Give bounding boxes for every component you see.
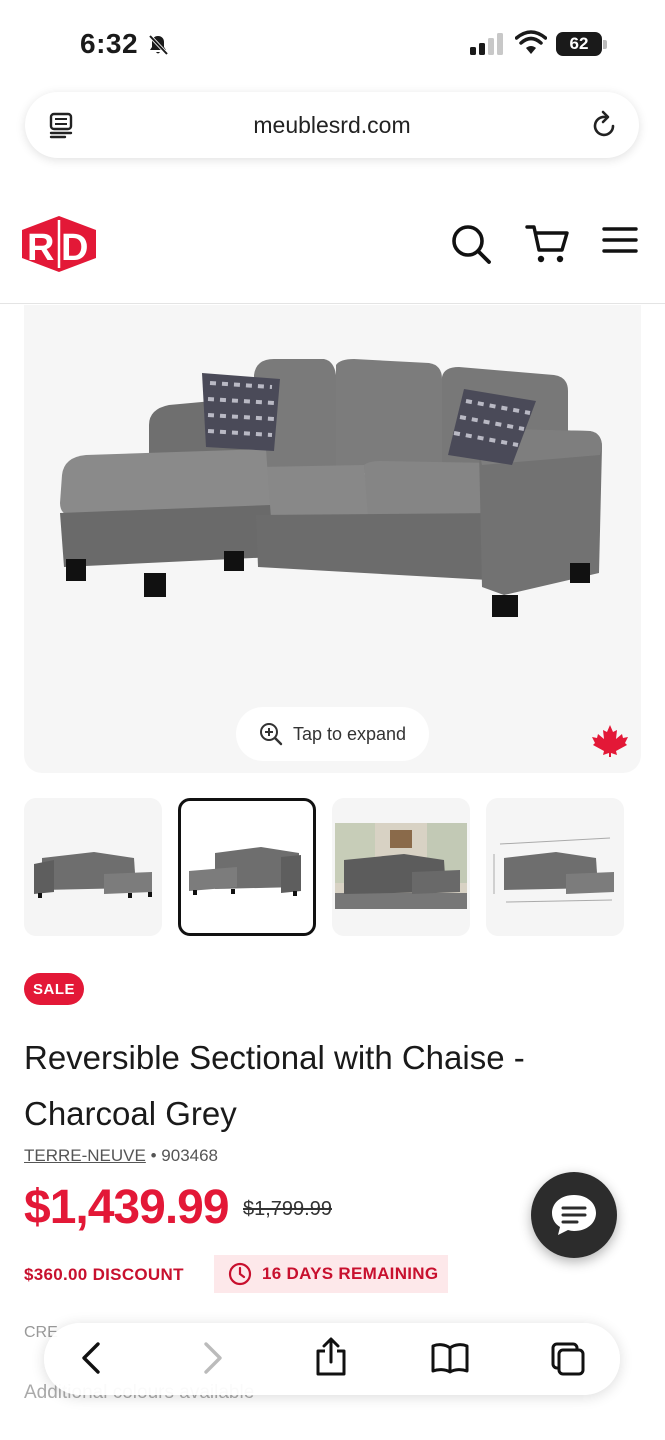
original-price: $1,799.99 [243,1198,332,1220]
forward-icon[interactable] [202,1341,224,1375]
tap-to-expand-label: Tap to expand [292,723,407,744]
sofa-illustration [60,359,602,617]
thumbnail-sofa-image [34,852,152,898]
zoom-in-icon [259,723,283,746]
svg-text:D: D [61,227,88,269]
bell-slash-icon [148,34,169,56]
product-main-image[interactable]: Tap to expand [24,305,641,773]
battery-indicator: 62 [556,32,602,56]
cart-icon[interactable] [525,223,569,265]
address-bar[interactable]: meublesrd.com [25,92,639,158]
rd-logo[interactable]: R D [22,216,96,272]
search-icon[interactable] [450,223,492,265]
battery-cap [603,40,607,49]
thumbnail-dimensions-image [493,837,614,903]
thumbnail-strip [24,798,641,938]
discount-amount: $360.00 DISCOUNT [24,1265,184,1284]
tap-to-expand-button[interactable]: Tap to expand [236,707,429,761]
clock-icon [228,1262,252,1286]
product-title: Reversible Sectional with Chaise - Charc… [24,1039,525,1132]
status-bar: 6:32 62 [0,0,665,90]
thumbnail-2-selected[interactable] [178,798,316,936]
status-time: 6:32 [80,28,139,59]
chat-icon [552,1195,596,1235]
thumbnail-room-image [335,823,467,909]
bookmarks-icon[interactable] [430,1341,470,1375]
sale-badge: SALE [24,973,84,1005]
site-header: R D [0,196,665,304]
tabs-icon[interactable] [550,1341,586,1377]
signal-icon [470,33,503,55]
back-icon[interactable] [80,1341,102,1375]
thumbnail-1[interactable] [24,798,162,936]
thumbnail-4[interactable] [486,798,624,936]
url-text[interactable]: meublesrd.com [25,112,639,139]
share-icon[interactable] [314,1337,348,1377]
svg-text:R: R [27,227,54,269]
separator: • [150,1146,157,1165]
sale-price: $1,439.99 [24,1181,230,1234]
menu-icon[interactable] [602,226,638,254]
chat-button[interactable] [531,1172,617,1258]
maple-leaf-icon [592,725,628,757]
wifi-icon [515,30,547,54]
reload-icon[interactable] [591,110,619,140]
brand-sku-line: TERRE-NEUVE • 903468 [24,1146,218,1166]
days-remaining-label: 16 DAYS REMAINING [262,1264,439,1283]
thumbnail-3[interactable] [332,798,470,936]
brand-link[interactable]: TERRE-NEUVE [24,1146,146,1165]
thumbnail-sofa-image [189,847,301,896]
days-remaining-badge: 16 DAYS REMAINING [214,1255,448,1293]
sku: 903468 [161,1146,219,1165]
browser-toolbar [44,1323,620,1395]
